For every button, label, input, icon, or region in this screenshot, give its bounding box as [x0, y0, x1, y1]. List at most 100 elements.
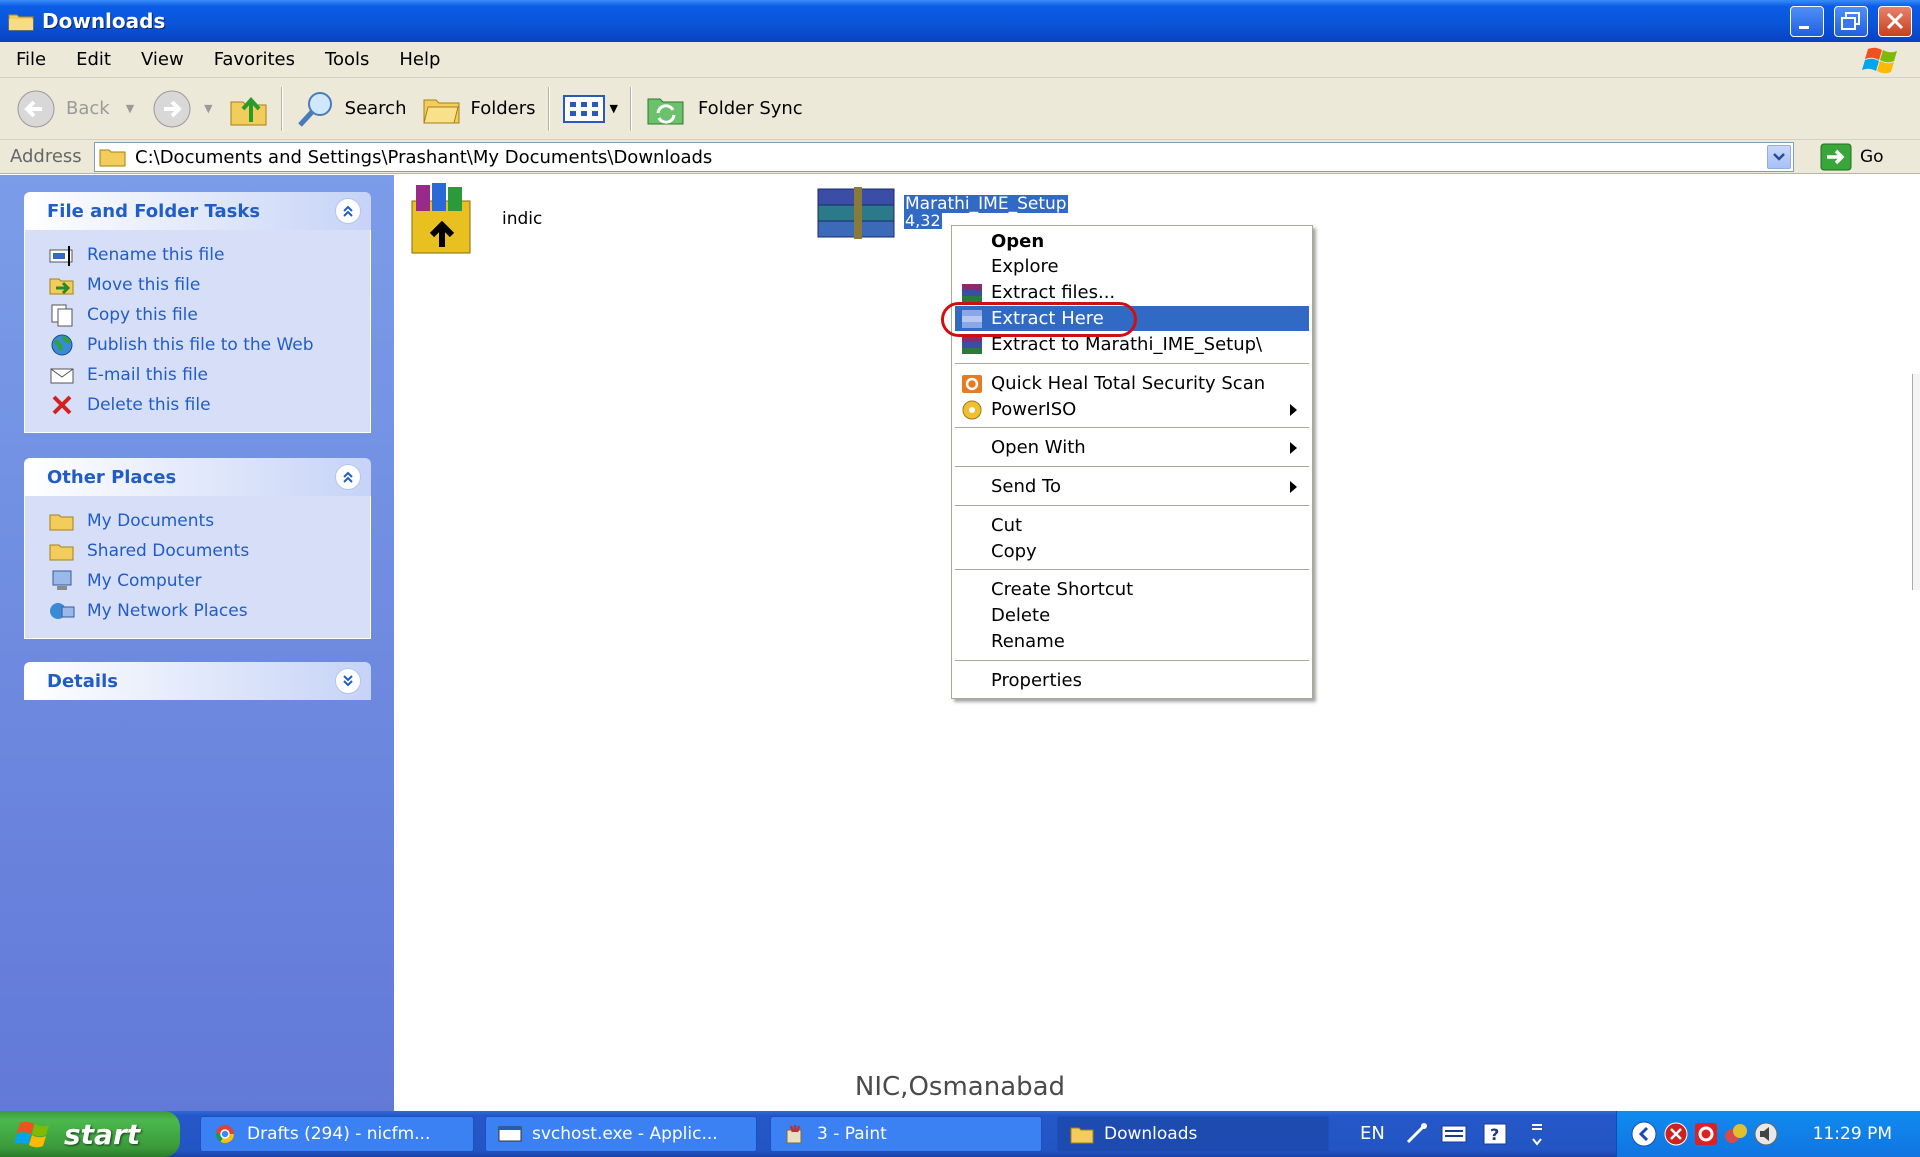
menu-open[interactable]: Open	[955, 229, 1309, 254]
menu-rename[interactable]: Rename	[955, 629, 1309, 654]
views-icon	[562, 94, 605, 123]
menu-separator	[955, 427, 1309, 428]
panel-header[interactable]: Details	[24, 662, 371, 700]
menu-file[interactable]: File	[0, 49, 61, 70]
close-button[interactable]	[1878, 6, 1912, 37]
toolbar-separator	[629, 86, 632, 131]
panel-header[interactable]: File and Folder Tasks	[24, 192, 371, 230]
up-folder-button[interactable]	[221, 83, 277, 135]
menu-favorites[interactable]: Favorites	[199, 49, 310, 70]
task-publish[interactable]: Publish this file to the Web	[47, 330, 370, 360]
place-my-computer[interactable]: My Computer	[47, 566, 370, 596]
taskbar-button-svchost[interactable]: svchost.exe - Applic...	[485, 1116, 757, 1152]
antivirus-shield-icon[interactable]	[1663, 1121, 1689, 1147]
place-shared-documents[interactable]: Shared Documents	[47, 536, 370, 566]
views-dropdown-icon[interactable]: ▼	[610, 102, 618, 115]
windows-logo-icon	[1862, 47, 1897, 74]
menu-explore[interactable]: Explore	[955, 254, 1309, 279]
start-button[interactable]: start	[0, 1111, 180, 1157]
place-my-documents[interactable]: My Documents	[47, 506, 370, 536]
place-my-network[interactable]: My Network Places	[47, 596, 370, 626]
quick-heal-icon	[962, 375, 982, 393]
expand-chevron-icon[interactable]	[335, 668, 361, 694]
windows-flag-icon	[14, 1121, 49, 1148]
panel-header[interactable]: Other Places	[24, 458, 371, 496]
submenu-arrow-icon	[1290, 404, 1297, 416]
menu-poweriso[interactable]: PowerISO	[955, 397, 1309, 422]
keyboard-icon[interactable]	[1440, 1122, 1470, 1146]
task-copy[interactable]: Copy this file	[47, 300, 370, 330]
minimize-button[interactable]	[1790, 6, 1824, 37]
menu-bar: File Edit View Favorites Tools Help	[0, 42, 1920, 78]
collapse-chevron-icon[interactable]	[335, 198, 361, 224]
address-input[interactable]: C:\Documents and Settings\Prashant\My Do…	[94, 142, 1794, 172]
forward-arrow-icon	[153, 90, 191, 127]
toolbar-separator	[280, 86, 283, 131]
watermark-text: NIC,Osmanabad	[854, 1072, 1066, 1102]
submenu-arrow-icon	[1290, 442, 1297, 454]
clock[interactable]: 11:29 PM	[1813, 1124, 1892, 1144]
network-connection-icon[interactable]	[1723, 1121, 1749, 1147]
winrar-archive-icon	[817, 187, 895, 239]
file-item-indic[interactable]: indic	[402, 181, 542, 257]
details-panel: Details	[24, 662, 371, 700]
scrollbar-edge[interactable]	[1912, 374, 1920, 590]
task-move[interactable]: Move this file	[47, 270, 370, 300]
toolbar-separator	[547, 86, 550, 131]
menu-tools[interactable]: Tools	[310, 49, 384, 70]
network-icon	[47, 599, 77, 623]
forward-dropdown-icon[interactable]: ▼	[204, 102, 212, 115]
folder-sync-button[interactable]: Folder Sync	[636, 83, 811, 135]
move-icon	[47, 273, 77, 297]
help-icon[interactable]: ?	[1482, 1122, 1508, 1146]
forward-button[interactable]: ▼	[142, 83, 220, 135]
views-button[interactable]: ▼	[554, 83, 626, 135]
menu-send-to[interactable]: Send To	[955, 474, 1309, 499]
menu-properties[interactable]: Properties	[955, 668, 1309, 693]
back-button[interactable]: Back ▼	[0, 83, 142, 135]
go-button[interactable]: Go	[1820, 143, 1884, 171]
menu-edit[interactable]: Edit	[61, 49, 126, 70]
address-dropdown-button[interactable]	[1767, 145, 1791, 169]
menu-copy[interactable]: Copy	[955, 539, 1309, 564]
menu-create-shortcut[interactable]: Create Shortcut	[955, 577, 1309, 602]
globe-icon	[47, 333, 77, 357]
application-window-icon	[498, 1126, 522, 1142]
address-path: C:\Documents and Settings\Prashant\My Do…	[135, 146, 713, 168]
task-delete[interactable]: Delete this file	[47, 390, 370, 420]
tray-expand-icon[interactable]	[1629, 1119, 1659, 1149]
taskbar-button-downloads[interactable]: Downloads	[1057, 1116, 1329, 1152]
restore-icon	[1841, 12, 1860, 30]
language-indicator[interactable]: EN	[1360, 1123, 1385, 1144]
pen-tool-icon[interactable]	[1404, 1122, 1430, 1146]
address-bar: Address C:\Documents and Settings\Prasha…	[0, 140, 1920, 174]
taskbar-button-drafts[interactable]: Drafts (294) - nicfm...	[200, 1116, 474, 1152]
speaker-icon[interactable]	[1753, 1121, 1779, 1147]
chrome-icon	[216, 1125, 234, 1144]
back-dropdown-icon[interactable]: ▼	[126, 102, 134, 115]
submenu-arrow-icon	[1290, 481, 1297, 493]
chevron-down-icon	[1773, 153, 1785, 161]
folders-button[interactable]: Folders	[414, 83, 543, 135]
quick-heal-tray-icon[interactable]	[1693, 1121, 1719, 1147]
menu-help[interactable]: Help	[384, 49, 455, 70]
search-button[interactable]: Search	[287, 83, 415, 135]
delete-x-icon	[47, 393, 77, 417]
menu-view[interactable]: View	[126, 49, 199, 70]
restore-button[interactable]	[1834, 6, 1868, 37]
computer-icon	[47, 569, 77, 593]
task-email[interactable]: E-mail this file	[47, 360, 370, 390]
folder-icon	[1070, 1127, 1094, 1144]
menu-open-with[interactable]: Open With	[955, 435, 1309, 460]
panel-title: File and Folder Tasks	[47, 200, 261, 222]
menu-quick-heal-scan[interactable]: Quick Heal Total Security Scan	[955, 371, 1309, 396]
task-rename[interactable]: Rename this file	[47, 240, 370, 270]
menu-separator	[955, 505, 1309, 506]
menu-cut[interactable]: Cut	[955, 513, 1309, 538]
menu-delete[interactable]: Delete	[955, 603, 1309, 628]
taskbar-button-paint[interactable]: 3 - Paint	[770, 1116, 1042, 1152]
folder-icon	[99, 149, 126, 167]
options-chevron-icon[interactable]	[1528, 1119, 1546, 1149]
collapse-chevron-icon[interactable]	[335, 464, 361, 490]
copy-icon	[47, 303, 77, 327]
